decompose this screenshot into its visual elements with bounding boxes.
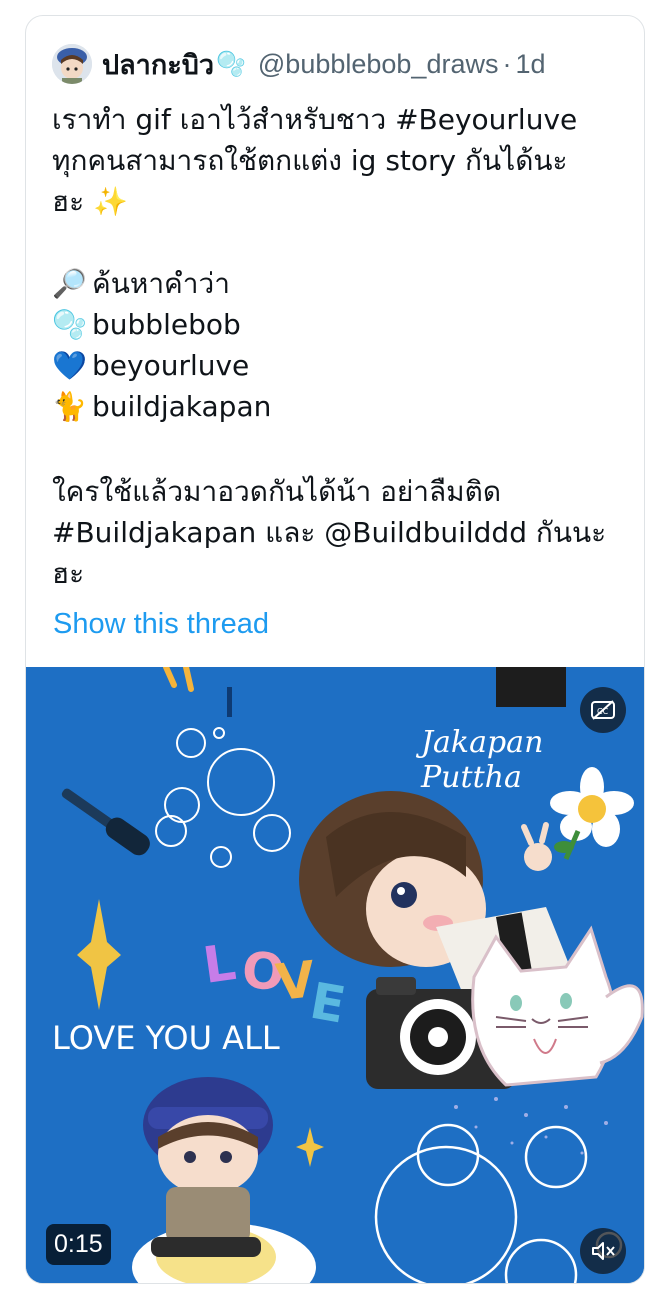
bubbles-emoji: 🫧	[216, 50, 246, 78]
list-item-text: ค้นหาคำว่า	[92, 267, 230, 300]
mute-button[interactable]	[580, 1228, 626, 1274]
tweet-media-gif[interactable]: L O V E Jakapan Puttha LOVE YOU ALL 0:15	[26, 667, 644, 1283]
magnifier-icon: 🔎	[52, 267, 87, 300]
tweet-text-line: เราทำ gif เอาไว้สำหรับชาว #Beyourluve	[52, 103, 578, 136]
tweet-text-line: ทุกคนสามารถใช้ตกแต่ง ig story กันได้นะ	[52, 144, 568, 177]
tweet-text-line: ฮะ ✨	[52, 185, 128, 218]
separator-dot: ·	[502, 48, 512, 79]
tweet-text-paragraph-1: เราทำ gif เอาไว้สำหรับชาว #Beyourluve ทุ…	[52, 99, 577, 222]
speaker-muted-icon	[592, 1242, 615, 1260]
tweet-card[interactable]: ปลากะบิว 🫧 @bubblebob_draws · 1d เราทำ g…	[25, 15, 645, 1284]
author-handle[interactable]: @bubblebob_draws	[258, 49, 499, 80]
overlay-love-you-all-text: LOVE YOU ALL	[52, 1019, 280, 1057]
list-item-text: beyourluve	[92, 349, 250, 382]
closed-captions-button[interactable]: CC	[580, 687, 626, 733]
search-keyword-list: 🔎 ค้นหาคำว่า 🫧 bubblebob 💙 beyourluve 🐈 buil…	[52, 263, 271, 427]
list-item-text: bubblebob	[92, 308, 241, 341]
bubbles-icon: 🫧	[52, 308, 87, 341]
overlay-name-text: Jakapan Puttha	[421, 725, 544, 795]
closed-captions-off-icon: CC	[591, 700, 615, 720]
tweet-timestamp[interactable]: 1d	[515, 49, 545, 80]
list-item: 🫧 bubblebob	[52, 304, 271, 345]
video-duration-badge: 0:15	[46, 1224, 111, 1265]
list-item: 🐈 buildjakapan	[52, 386, 271, 427]
show-thread-link[interactable]: Show this thread	[53, 608, 269, 641]
cat-icon: 🐈	[52, 390, 87, 423]
tweet-text-line: ใครใช้แล้วมาอวดกันได้น้า อย่าลืมติด	[52, 475, 501, 508]
tweet-text-line: ฮะ	[52, 557, 85, 590]
list-item: 💙 beyourluve	[52, 345, 271, 386]
tweet-text-line: #Buildjakapan และ @Buildbuilddd กันนะ	[52, 516, 607, 549]
tweet-header: ปลากะบิว 🫧 @bubblebob_draws · 1d	[52, 44, 546, 84]
avatar[interactable]	[52, 44, 92, 84]
list-item-text: buildjakapan	[92, 390, 272, 423]
tweet-text-paragraph-2: ใครใช้แล้วมาอวดกันได้น้า อย่าลืมติด #Bui…	[52, 471, 606, 594]
blue-heart-icon: 💙	[52, 349, 87, 382]
list-item: 🔎 ค้นหาคำว่า	[52, 263, 271, 304]
author-name[interactable]: ปลากะบิว	[102, 43, 214, 86]
